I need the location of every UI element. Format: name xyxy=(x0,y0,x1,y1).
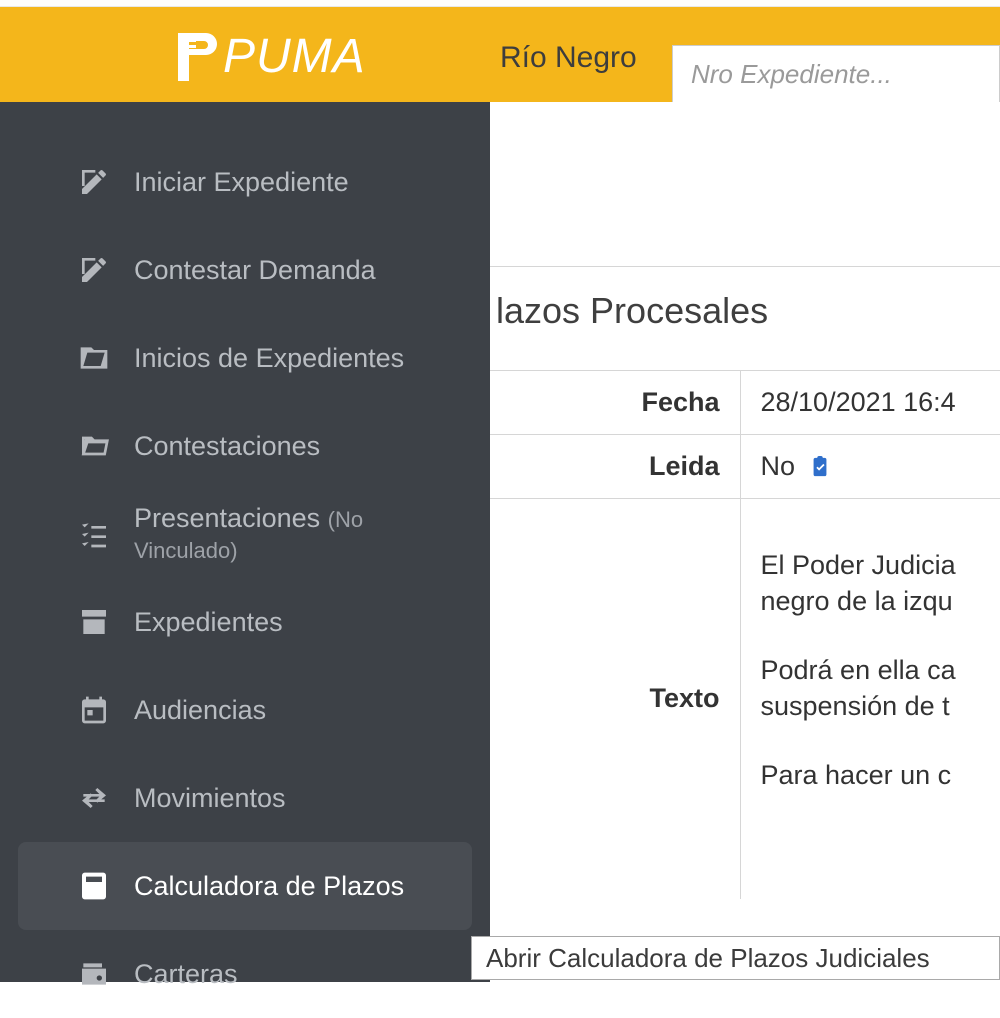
sidebar-item-expedientes[interactable]: Expedientes xyxy=(18,578,472,666)
archive-box-icon xyxy=(76,604,112,640)
row-texto-value: El Poder Judicia negro de la izqu Podrá … xyxy=(740,499,1000,899)
sidebar-item-inicios-expedientes[interactable]: Inicios de Expedientes xyxy=(18,314,472,402)
main-content: lazos Procesales Fecha 28/10/2021 16:4 L… xyxy=(490,102,1000,982)
row-texto: Texto El Poder Judicia negro de la izqu … xyxy=(490,499,1000,899)
folder-open-icon xyxy=(76,340,112,376)
transfer-icon xyxy=(76,780,112,816)
sidebar-item-label: Inicios de Expedientes xyxy=(134,343,404,374)
region-text: Río Negro xyxy=(500,41,637,75)
sidebar-item-label: Iniciar Expediente xyxy=(134,167,349,198)
clipboard-check-icon[interactable] xyxy=(809,454,831,478)
sidebar-item-carteras[interactable]: Carteras xyxy=(18,930,472,1018)
sidebar-item-contestaciones[interactable]: Contestaciones xyxy=(18,402,472,490)
calendar-icon xyxy=(76,692,112,728)
sidebar-item-label: Audiencias xyxy=(134,695,266,726)
panel-title: lazos Procesales xyxy=(496,290,768,332)
sidebar-item-contestar-demanda[interactable]: Contestar Demanda xyxy=(18,226,472,314)
sidebar-item-calculadora-plazos[interactable]: Calculadora de Plazos xyxy=(18,842,472,930)
row-leida: Leida No xyxy=(490,435,1000,499)
edit-square-icon xyxy=(76,252,112,288)
row-fecha-value: 28/10/2021 16:4 xyxy=(740,371,1000,435)
sidebar-item-label: Presentaciones (No Vinculado) xyxy=(134,503,444,565)
sidebar-item-label-main: Presentaciones xyxy=(134,503,320,533)
checklist-icon xyxy=(76,516,112,552)
row-leida-value: No xyxy=(740,435,1000,499)
sidebar-item-audiencias[interactable]: Audiencias xyxy=(18,666,472,754)
folder-open-outline-icon xyxy=(76,428,112,464)
brand-name: PUMA xyxy=(223,29,366,84)
texto-body: El Poder Judicia negro de la izqu Podrá … xyxy=(761,547,981,793)
sidebar-item-movimientos[interactable]: Movimientos xyxy=(18,754,472,842)
sidebar-item-label: Calculadora de Plazos xyxy=(134,871,404,902)
detail-table: Fecha 28/10/2021 16:4 Leida No Texto El … xyxy=(490,370,1000,899)
calculator-icon xyxy=(76,868,112,904)
topbar: PUMA Río Negro xyxy=(0,7,1000,102)
search-input[interactable] xyxy=(691,59,981,90)
sidebar-item-label: Contestar Demanda xyxy=(134,255,376,286)
wallet-icon xyxy=(76,956,112,992)
leida-text: No xyxy=(761,451,796,481)
window-top-edge xyxy=(0,0,1000,7)
sidebar-item-iniciar-expediente[interactable]: Iniciar Expediente xyxy=(18,138,472,226)
sidebar-item-label: Expedientes xyxy=(134,607,283,638)
row-texto-label: Texto xyxy=(490,499,740,899)
row-fecha: Fecha 28/10/2021 16:4 xyxy=(490,371,1000,435)
sidebar: Iniciar Expediente Contestar Demanda Ini… xyxy=(0,102,490,982)
sidebar-item-label: Movimientos xyxy=(134,783,286,814)
texto-p2: Podrá en ella ca suspensión de t xyxy=(761,652,981,725)
texto-p1: El Poder Judicia negro de la izqu xyxy=(761,547,981,620)
sidebar-item-label: Contestaciones xyxy=(134,431,320,462)
texto-p3: Para hacer un c xyxy=(761,757,981,793)
brand-logo: PUMA xyxy=(175,29,366,84)
edit-square-icon xyxy=(76,164,112,200)
row-leida-label: Leida xyxy=(490,435,740,499)
row-fecha-label: Fecha xyxy=(490,371,740,435)
search-container xyxy=(672,45,1000,103)
tooltip-calculadora: Abrir Calculadora de Plazos Judiciales xyxy=(471,936,1000,980)
sidebar-item-presentaciones[interactable]: Presentaciones (No Vinculado) xyxy=(18,490,472,578)
panel-divider xyxy=(490,266,1000,267)
sidebar-item-label: Carteras xyxy=(134,959,238,990)
puma-p-icon xyxy=(175,33,217,81)
